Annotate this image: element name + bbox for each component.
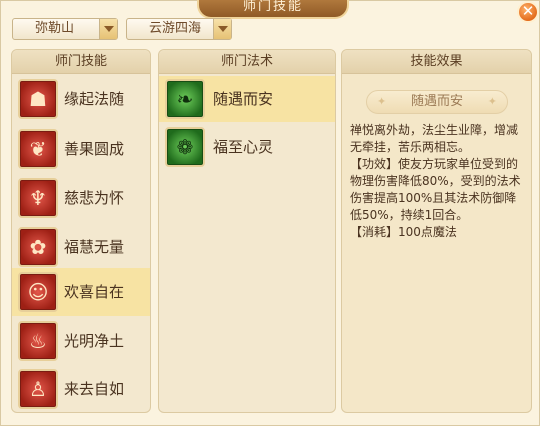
- praying-hands-icon: ♆: [18, 178, 58, 218]
- skill-item-3[interactable]: ✿ 福慧无量: [12, 223, 150, 271]
- close-button[interactable]: ✕: [517, 1, 539, 23]
- skill-label: 慈悲为怀: [64, 189, 125, 207]
- skill-item-2[interactable]: ♆ 慈悲为怀: [12, 174, 150, 222]
- skill-item-0[interactable]: ☗ 缘起法随: [12, 75, 150, 123]
- skill-label: 福慧无量: [64, 238, 125, 256]
- spell-item-1[interactable]: ❁ 福至心灵: [159, 124, 335, 170]
- happy-monk-icon: ☺: [18, 272, 58, 312]
- skill-label: 来去自如: [64, 380, 125, 398]
- effect-name-banner: 随遇而安: [366, 90, 508, 114]
- close-icon: ✕: [521, 2, 535, 20]
- skill-label: 欢喜自在: [64, 283, 125, 301]
- spells-panel: 师门法术 ❧ 随遇而安 ❁ 福至心灵: [158, 49, 336, 413]
- effect-panel: 技能效果 随遇而安 禅悦离外劫，法尘生业障，增减无牵挂，苦乐两相忘。 【功效】使…: [341, 49, 532, 413]
- skill-label: 善果圆成: [64, 140, 125, 158]
- monk-figure-icon: ☗: [18, 79, 58, 119]
- skills-panel: 师门技能 ☗ 缘起法随 ❦ 善果圆成 ♆ 慈悲为怀 ✿ 福慧无量 ☺ 欢喜自在 …: [11, 49, 151, 413]
- spell-item-0[interactable]: ❧ 随遇而安: [159, 76, 335, 122]
- sect-dropdown-value: 云游四海: [149, 21, 202, 36]
- meditation-icon: ♙: [18, 369, 58, 409]
- chevron-down-icon[interactable]: [213, 19, 231, 39]
- effect-panel-header: 技能效果: [342, 50, 531, 74]
- spell-label: 随遇而安: [213, 90, 274, 108]
- chevron-down-icon[interactable]: [99, 19, 117, 39]
- region-dropdown[interactable]: 弥勒山: [12, 18, 118, 40]
- window-title: 师门技能: [197, 0, 349, 19]
- region-dropdown-value: 弥勒山: [35, 21, 75, 36]
- spells-panel-header: 师门法术: [159, 50, 335, 74]
- skill-item-6[interactable]: ♙ 来去自如: [12, 365, 150, 413]
- skill-label: 光明净土: [64, 332, 125, 350]
- skill-item-5[interactable]: ♨ 光明净土: [12, 317, 150, 365]
- crow-icon: ❧: [165, 79, 205, 119]
- sect-dropdown[interactable]: 云游四海: [126, 18, 232, 40]
- skills-window: 师门技能 ✕ 弥勒山 云游四海 师门技能 ☗ 缘起法随 ❦ 善果圆成 ♆ 慈悲为…: [0, 0, 540, 426]
- skills-panel-header: 师门技能: [12, 50, 150, 74]
- flame-icon: ♨: [18, 321, 58, 361]
- fruit-icon: ❦: [18, 129, 58, 169]
- skill-label: 缘起法随: [64, 90, 125, 108]
- effect-description: 禅悦离外劫，法尘生业障，增减无牵挂，苦乐两相忘。 【功效】使友方玩家单位受到的物…: [350, 123, 521, 239]
- spell-label: 福至心灵: [213, 138, 274, 156]
- butterfly-icon: ❁: [165, 127, 205, 167]
- skill-item-4[interactable]: ☺ 欢喜自在: [12, 268, 150, 316]
- skill-item-1[interactable]: ❦ 善果圆成: [12, 125, 150, 173]
- lotus-icon: ✿: [18, 227, 58, 267]
